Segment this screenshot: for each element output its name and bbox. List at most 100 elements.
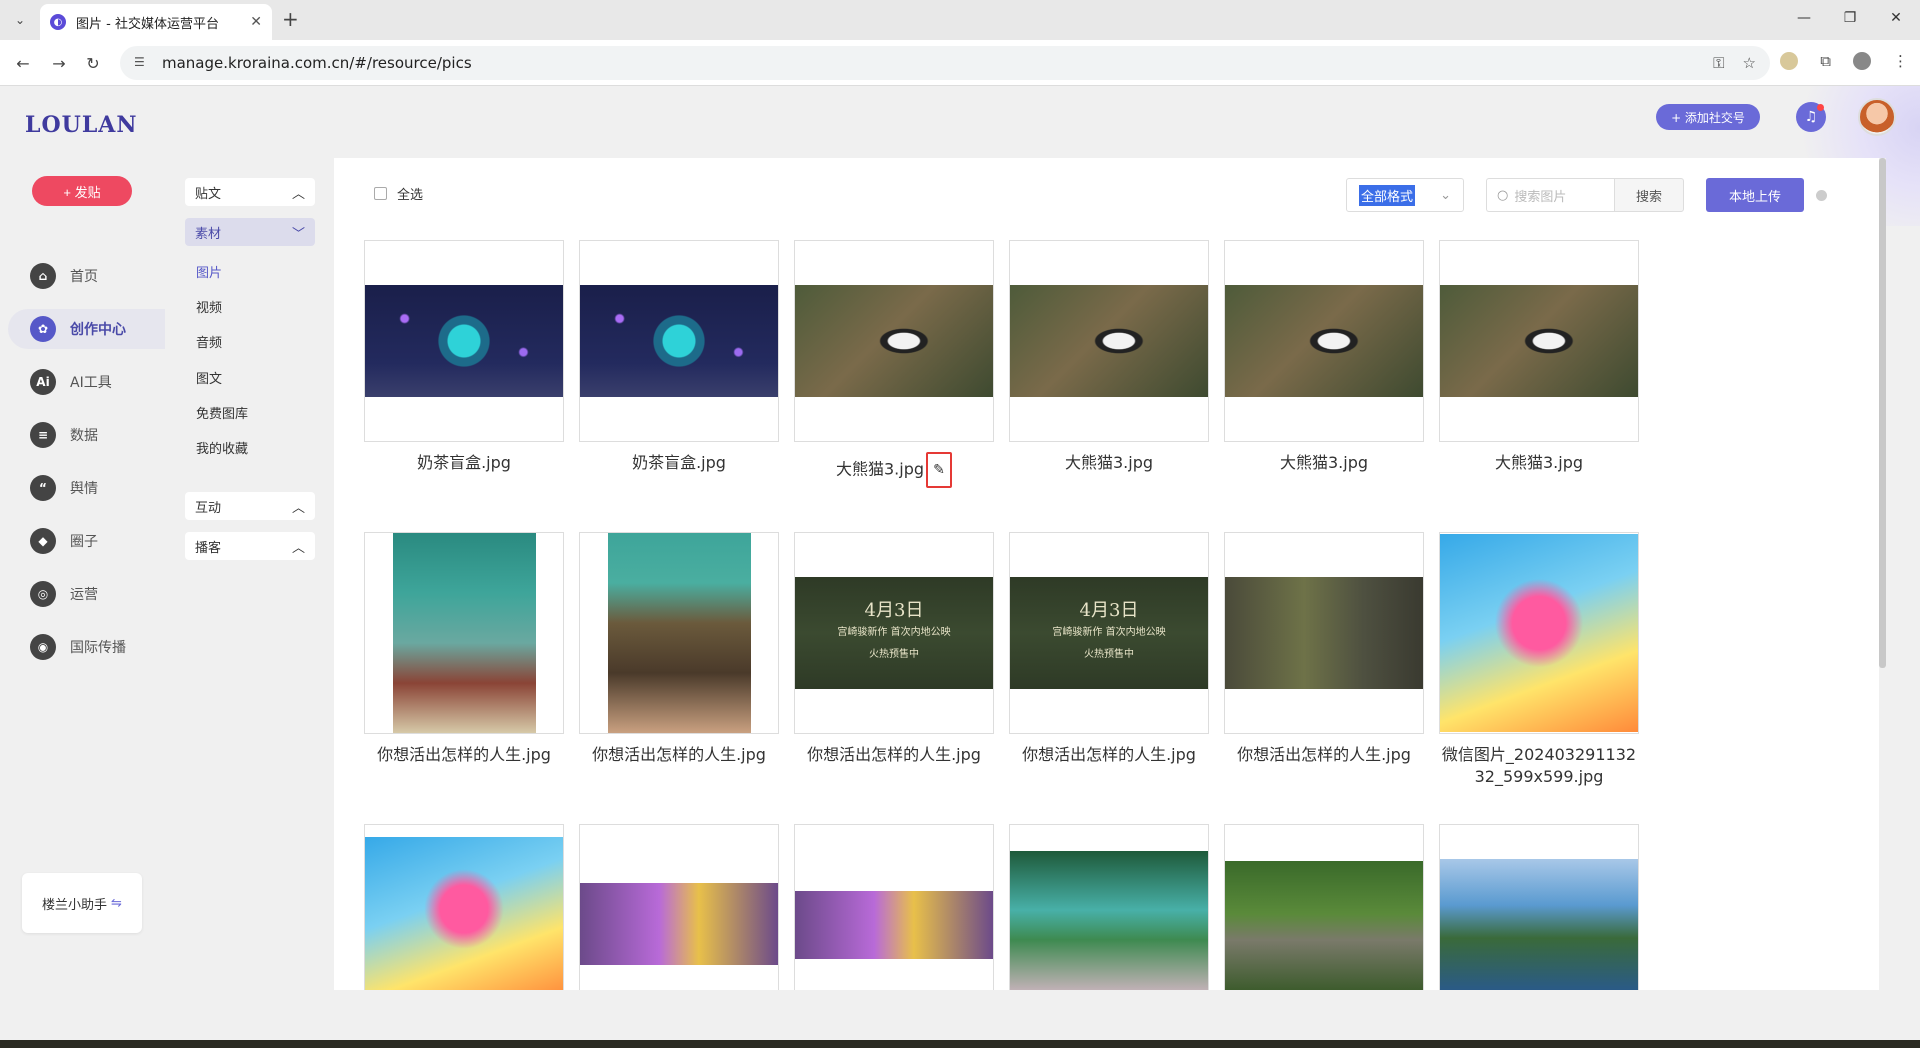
nav-item-operation[interactable]: ◎ 运营 [8,574,165,614]
nav-item-creation[interactable]: ✿ 创作中心 [8,309,165,349]
image-thumbnail[interactable] [579,240,779,442]
nav-item-international[interactable]: ◉ 国际传播 [8,627,165,667]
password-key-icon[interactable]: ⚿ [1713,54,1724,72]
image-thumbnail[interactable] [1439,824,1639,990]
publish-button[interactable]: + 发贴 [32,176,132,206]
image-thumbnail[interactable]: 4月3日 宫崎骏新作 首次内地公映 火热预售中 [1009,532,1209,734]
search-input[interactable]: ○ 搜索图片 [1486,178,1614,212]
submenu-group-materials[interactable]: 素材 ﹀ [185,218,315,246]
image-thumbnail[interactable] [1224,240,1424,442]
image-tile[interactable] [1439,824,1639,990]
submenu-group-podcast[interactable]: 播客 ︿ [185,532,315,560]
image-tile[interactable]: 大熊猫3.jpg ✎ [794,240,994,488]
image-thumbnail[interactable] [364,532,564,734]
movie-banner-image: 4月3日 宫崎骏新作 首次内地公映 火热预售中 [1010,577,1208,689]
select-all-checkbox[interactable] [374,187,387,200]
image-thumbnail[interactable] [579,532,779,734]
image-thumbnail[interactable] [1009,824,1209,990]
extension-icon[interactable] [1780,52,1799,70]
reload-icon[interactable]: ↻ [82,52,104,74]
image-thumbnail[interactable] [1224,532,1424,734]
submenu-item-graphic[interactable]: 图文 [196,368,222,387]
image-tile[interactable]: 大熊猫3.jpg [1009,240,1209,474]
image-thumbnail[interactable] [364,824,564,990]
ai-icon: Ai [30,369,56,395]
local-upload-button[interactable]: 本地上传 [1706,178,1804,212]
vertical-scrollbar[interactable] [1879,158,1886,990]
image-thumbnail[interactable] [1439,532,1639,734]
format-filter-value: 全部格式 [1359,184,1416,206]
add-social-account-button[interactable]: + 添加社交号 [1656,104,1760,130]
database-icon: ≡ [30,422,56,448]
image-tile[interactable] [364,824,564,990]
chevron-up-icon: ︿ [291,540,305,556]
edit-name-icon[interactable]: ✎ [926,452,953,488]
app-logo: LOULAN [25,112,138,138]
new-tab-icon[interactable]: + [282,9,299,29]
image-tile[interactable] [794,824,994,990]
nav-item-data[interactable]: ≡ 数据 [8,415,165,455]
image-thumbnail[interactable] [579,824,779,990]
image-thumbnail[interactable] [1224,824,1424,990]
nav-item-home[interactable]: ⌂ 首页 [8,256,165,296]
submenu-item-audio[interactable]: 音频 [196,332,222,351]
help-icon[interactable] [1816,190,1827,201]
minimize-icon[interactable]: — [1794,10,1814,26]
image-thumbnail[interactable]: 4月3日 宫崎骏新作 首次内地公映 火热预售中 [794,532,994,734]
image-thumbnail[interactable] [1439,240,1639,442]
profile-icon[interactable] [1853,52,1871,70]
image-name: 大熊猫3.jpg [1279,453,1369,472]
forward-icon[interactable]: → [48,52,70,74]
image-tile[interactable] [1009,824,1209,990]
bookmark-star-icon[interactable]: ☆ [1743,54,1756,72]
site-info-icon[interactable]: ☰ [134,55,150,71]
browser-tab[interactable]: ◐ 图片 - 社交媒体运营平台 ✕ [40,4,272,40]
app-container: LOULAN + 发贴 ⌂ 首页 ✿ 创作中心 Ai AI工具 ≡ 数据 “ 舆情 ◆ 圈子… [0,86,1920,1040]
scrollbar-thumb[interactable] [1879,158,1886,668]
image-tile[interactable]: 奶茶盲盒.jpg [364,240,564,474]
image-thumbnail[interactable] [364,240,564,442]
image-tile[interactable]: 你想活出怎样的人生.jpg [1224,532,1424,766]
window-close-icon[interactable]: ✕ [1886,10,1906,26]
format-filter-select[interactable]: 全部格式 ⌄ [1346,178,1464,212]
extensions-puzzle-icon[interactable]: ⧉ [1820,52,1831,70]
submenu-item-videos[interactable]: 视频 [196,297,222,316]
movie-poster-image [607,533,751,733]
submenu-item-favorites[interactable]: 我的收藏 [196,438,248,457]
image-tile[interactable]: 奶茶盲盒.jpg [579,240,779,474]
image-tile[interactable]: 你想活出怎样的人生.jpg [579,532,779,766]
image-tile[interactable]: 微信图片_20240329113232_599x599.jpg [1439,532,1639,788]
tab-search-icon[interactable]: ⌄ [10,10,30,30]
notification-bell-icon[interactable]: ♫ [1796,102,1826,132]
image-thumbnail[interactable] [794,240,994,442]
image-tile[interactable]: 4月3日 宫崎骏新作 首次内地公映 火热预售中 你想活出怎样的人生.jpg [794,532,994,766]
image-thumbnail[interactable] [1009,240,1209,442]
image-tile[interactable] [1224,824,1424,990]
submenu-group-interaction[interactable]: 互动 ︿ [185,492,315,520]
image-tile[interactable]: 4月3日 宫崎骏新作 首次内地公映 火热预售中 你想活出怎样的人生.jpg [1009,532,1209,766]
submenu-item-pictures[interactable]: 图片 [196,262,222,281]
address-bar[interactable]: ☰ manage.kroraina.com.cn/#/resource/pics… [120,46,1770,80]
group-label: 素材 [195,226,222,242]
tab-close-icon[interactable]: ✕ [250,14,262,30]
image-tile[interactable]: 你想活出怎样的人生.jpg [364,532,564,766]
nav-item-circle[interactable]: ◆ 圈子 [8,521,165,561]
user-avatar[interactable] [1858,98,1896,136]
image-thumbnail[interactable] [794,824,994,990]
banner-date: 4月3日 [1079,600,1139,621]
browser-menu-icon[interactable]: ⋮ [1893,52,1908,70]
select-all[interactable]: 全选 [374,184,423,203]
image-tile[interactable]: 大熊猫3.jpg [1224,240,1424,474]
back-icon[interactable]: ← [12,52,34,74]
image-tile[interactable] [579,824,779,990]
assistant-button[interactable]: 楼兰小助手 ⇋ [22,873,142,933]
carnival-banner-image [795,891,993,959]
search-button[interactable]: 搜索 [1614,178,1684,212]
nav-item-ai-tools[interactable]: Ai AI工具 [8,362,165,402]
image-tile[interactable]: 大熊猫3.jpg [1439,240,1639,474]
restore-icon[interactable]: ❐ [1840,10,1860,26]
submenu-group-posts[interactable]: 贴文 ︿ [185,178,315,206]
nav-item-sentiment[interactable]: “ 舆情 [8,468,165,508]
url-text[interactable]: manage.kroraina.com.cn/#/resource/pics [162,54,472,72]
submenu-item-free-library[interactable]: 免费图库 [196,403,248,422]
